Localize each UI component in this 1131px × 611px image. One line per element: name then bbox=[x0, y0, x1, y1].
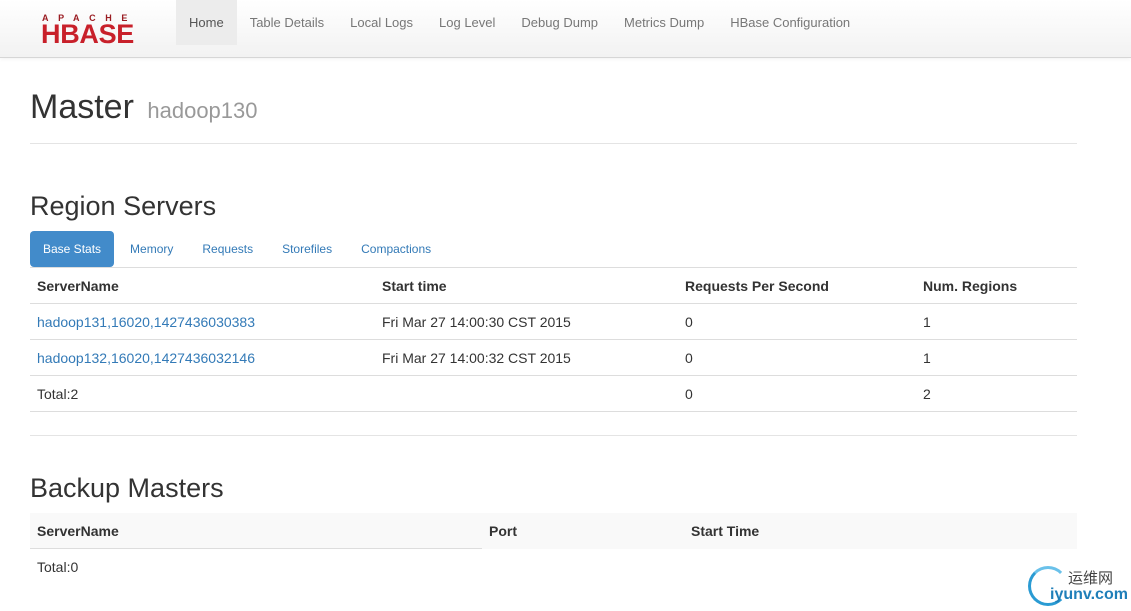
nav-debug-dump[interactable]: Debug Dump bbox=[508, 0, 611, 45]
nav-hbase-configuration[interactable]: HBase Configuration bbox=[717, 0, 863, 45]
server-name-cell: hadoop131,16020,1427436030383 bbox=[30, 303, 375, 340]
column-header[interactable]: Port bbox=[482, 513, 684, 549]
start-time-cell: Fri Mar 27 14:00:32 CST 2015 bbox=[375, 339, 678, 376]
hbase-logo[interactable]: APACHE HBASE bbox=[41, 13, 165, 49]
total-requests-per-second: 0 bbox=[678, 375, 916, 412]
page-title-text: Master bbox=[30, 88, 134, 126]
region-servers-heading: Region Servers bbox=[30, 191, 217, 221]
title-divider bbox=[30, 143, 1077, 144]
backup-masters-table: ServerName Port Start Time Total:0 bbox=[30, 513, 1077, 584]
table-row: hadoop132,16020,1427436032146 Fri Mar 27… bbox=[30, 339, 1077, 376]
total-row: Total:0 bbox=[30, 549, 1077, 585]
column-header[interactable]: Start time bbox=[375, 267, 678, 304]
tab-memory[interactable]: Memory bbox=[117, 231, 186, 267]
requests-per-second-cell: 0 bbox=[678, 339, 916, 376]
start-time-cell: Fri Mar 27 14:00:30 CST 2015 bbox=[375, 303, 678, 340]
column-header[interactable]: Start Time bbox=[684, 513, 1077, 549]
column-header[interactable]: Requests Per Second bbox=[678, 267, 916, 304]
column-header[interactable]: Num. Regions bbox=[916, 267, 1077, 304]
num-regions-cell: 1 bbox=[916, 303, 1077, 340]
nav-local-logs[interactable]: Local Logs bbox=[337, 0, 426, 45]
logo-hbase-text: HBASE bbox=[41, 19, 135, 49]
server-name-cell: hadoop132,16020,1427436032146 bbox=[30, 339, 375, 376]
region-servers-table: ServerName Start time Requests Per Secon… bbox=[30, 267, 1077, 412]
table-header-row: ServerName Port Start Time bbox=[30, 513, 1077, 549]
region-servers-tabs: Base Stats Memory Requests Storefiles Co… bbox=[30, 231, 447, 267]
backup-masters-heading: Backup Masters bbox=[30, 473, 224, 503]
watermark-text-domain: iyunv.com bbox=[1050, 586, 1128, 603]
num-regions-cell: 1 bbox=[916, 339, 1077, 376]
nav-log-level[interactable]: Log Level bbox=[426, 0, 508, 45]
empty-cell bbox=[375, 375, 678, 412]
tab-storefiles[interactable]: Storefiles bbox=[269, 231, 345, 267]
watermark-text-cn: 运维网 bbox=[1068, 570, 1114, 587]
server-link[interactable]: hadoop132,16020,1427436032146 bbox=[37, 350, 255, 366]
total-label: Total:0 bbox=[37, 558, 79, 575]
main-nav: Home Table Details Local Logs Log Level … bbox=[176, 0, 863, 45]
column-header[interactable]: ServerName bbox=[30, 513, 482, 549]
page-title: Master hadoop130 bbox=[30, 88, 258, 130]
nav-home[interactable]: Home bbox=[176, 0, 237, 45]
total-label: Total:2 bbox=[30, 375, 375, 412]
top-navbar: APACHE HBASE Home Table Details Local Lo… bbox=[0, 0, 1131, 58]
tab-base-stats[interactable]: Base Stats bbox=[30, 231, 115, 267]
server-link[interactable]: hadoop131,16020,1427436030383 bbox=[37, 314, 255, 330]
table-header-row: ServerName Start time Requests Per Secon… bbox=[30, 267, 1077, 304]
tab-compactions[interactable]: Compactions bbox=[348, 231, 444, 267]
requests-per-second-cell: 0 bbox=[678, 303, 916, 340]
site-watermark: 运维网 iyunv.com bbox=[1028, 566, 1128, 606]
section-divider bbox=[30, 435, 1077, 436]
total-row: Total:2 0 2 bbox=[30, 375, 1077, 412]
nav-table-details[interactable]: Table Details bbox=[237, 0, 337, 45]
empty-cell bbox=[684, 549, 1077, 585]
page-subtitle: hadoop130 bbox=[147, 98, 258, 123]
empty-cell bbox=[482, 549, 684, 585]
column-header[interactable]: ServerName bbox=[30, 267, 375, 304]
total-num-regions: 2 bbox=[916, 375, 1077, 412]
nav-metrics-dump[interactable]: Metrics Dump bbox=[611, 0, 717, 45]
table-row: hadoop131,16020,1427436030383 Fri Mar 27… bbox=[30, 303, 1077, 340]
tab-requests[interactable]: Requests bbox=[189, 231, 266, 267]
